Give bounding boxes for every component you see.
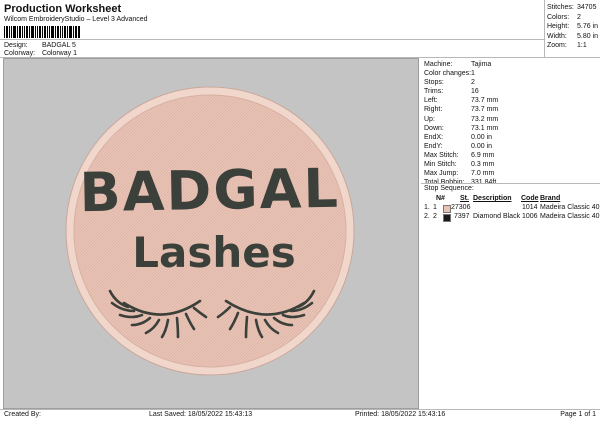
summary-label: Stitches: bbox=[547, 4, 574, 11]
summary-value: 5.80 in bbox=[577, 32, 599, 40]
stop-row: 2. 2 7397 Diamond Black 1006 Madeira Cla… bbox=[424, 213, 600, 222]
thread-color-swatch bbox=[443, 214, 451, 222]
summary-value: 34705 bbox=[577, 4, 597, 11]
stop-sequence-title: Stop Sequence: bbox=[424, 185, 474, 192]
header-divider bbox=[0, 39, 545, 40]
header-n: N# bbox=[436, 195, 445, 202]
info-value: 16 bbox=[471, 88, 479, 96]
summary-label: Zoom: bbox=[547, 42, 567, 50]
summary-row: Stitches: 34705 bbox=[547, 3, 598, 13]
info-value: 73.7 mm bbox=[471, 106, 499, 114]
summary-value: 1:1 bbox=[577, 42, 587, 50]
info-value: 73.1 mm bbox=[471, 124, 499, 132]
design-text-lashes: Lashes bbox=[132, 228, 296, 277]
footer: Created By: Last Saved: 18/05/2022 15:43… bbox=[0, 411, 600, 421]
stats-divider bbox=[544, 0, 545, 57]
software-subtitle: Wilcom EmbroideryStudio – Level 3 Advanc… bbox=[4, 16, 148, 23]
info-label: Max Jump: bbox=[424, 170, 459, 178]
info-label: EndY: bbox=[424, 142, 443, 150]
stop-stitches: 7397 bbox=[454, 213, 470, 220]
machine-info: Machine: Tajima Color changes:1 Stops: 2 T… bbox=[424, 61, 498, 188]
info-row: EndX: 0.00 in bbox=[424, 134, 498, 143]
summary-row: Colors: 2 bbox=[547, 13, 598, 23]
design-text-badgal: BADGAL bbox=[79, 157, 340, 225]
info-label: Trims: bbox=[424, 88, 444, 96]
info-label: Machine: bbox=[424, 61, 453, 68]
info-row: Color changes:1 bbox=[424, 70, 498, 79]
stop-row: 1. 1 27306 1014 Madeira Classic 40 bbox=[424, 204, 600, 213]
created-by: Created By: bbox=[4, 411, 41, 418]
info-row: Trims: 16 bbox=[424, 88, 498, 97]
footer-divider bbox=[0, 409, 600, 410]
info-label: Min Stitch: bbox=[424, 161, 457, 169]
stop-stitches: 27306 bbox=[451, 204, 471, 211]
page-number: Page 1 of 1 bbox=[560, 411, 596, 418]
design-preview: BADGAL Lashes bbox=[3, 58, 419, 409]
summary-row: Width: 5.80 in bbox=[547, 32, 598, 42]
header-code: Code bbox=[521, 195, 539, 202]
header-description: Description bbox=[473, 195, 512, 202]
thread-color-swatch bbox=[443, 205, 451, 213]
info-row: Machine: Tajima bbox=[424, 61, 498, 70]
stop-brand: Madeira Classic 40 bbox=[540, 213, 600, 220]
summary-label: Colors: bbox=[547, 13, 570, 21]
info-value: 2 bbox=[471, 79, 475, 87]
colorway-value: Colorway 1 bbox=[41, 50, 77, 57]
summary-value: 5.76 in bbox=[577, 23, 599, 31]
info-row: Stops: 2 bbox=[424, 79, 498, 88]
info-value: 7.0 mm bbox=[471, 170, 495, 178]
info-value: 0.00 in bbox=[471, 133, 493, 141]
info-value: 73.7 mm bbox=[471, 97, 499, 105]
stop-code: 1006 bbox=[522, 213, 538, 220]
stop-description: Diamond Black bbox=[473, 213, 521, 220]
stop-code: 1014 bbox=[522, 204, 538, 211]
info-value: Tajima bbox=[471, 61, 492, 68]
summary-row: Height: 5.76 in bbox=[547, 22, 598, 32]
info-label: Up: bbox=[424, 115, 435, 123]
design-row: Design: BADGAL 5 bbox=[4, 42, 76, 49]
header-st: St. bbox=[460, 195, 469, 202]
info-row: Up: 73.2 mm bbox=[424, 116, 498, 125]
last-saved: Last Saved: 18/05/2022 15:43:13 bbox=[149, 411, 253, 418]
barcode-image bbox=[4, 26, 80, 38]
info-value: 0.3 mm bbox=[471, 161, 495, 169]
info-label: Max Stitch: bbox=[424, 151, 459, 159]
info-label: Color changes: bbox=[424, 70, 472, 78]
stop-n: 2 bbox=[433, 213, 437, 220]
info-row: Left: 73.7 mm bbox=[424, 97, 498, 106]
colorway-row: Colorway: Colorway 1 bbox=[4, 50, 77, 57]
summary-row: Zoom: 1:1 bbox=[547, 41, 598, 51]
info-label: EndX: bbox=[424, 133, 444, 141]
info-value: 6.9 mm bbox=[471, 151, 495, 159]
info-label: Right: bbox=[424, 106, 443, 114]
info-value: 73.2 mm bbox=[471, 115, 499, 123]
stop-n: 1 bbox=[433, 204, 437, 211]
stop-index: 1. bbox=[424, 204, 430, 211]
printed-date: Printed: 18/05/2022 15:43:16 bbox=[355, 411, 446, 418]
info-row: Max Jump: 7.0 mm bbox=[424, 170, 498, 179]
summary-label: Width: bbox=[547, 32, 567, 40]
summary-value: 2 bbox=[577, 13, 581, 21]
info-row: Max Stitch: 6.9 mm bbox=[424, 152, 498, 161]
info-value: 0.00 in bbox=[471, 142, 493, 150]
stop-index: 2. bbox=[424, 213, 430, 220]
header-brand: Brand bbox=[540, 195, 561, 202]
design-label: Design: bbox=[4, 42, 28, 49]
design-value: BADGAL 5 bbox=[41, 42, 76, 49]
summary-label: Height: bbox=[547, 23, 570, 31]
info-label: Left: bbox=[424, 97, 438, 105]
stop-brand: Madeira Classic 40 bbox=[540, 204, 600, 211]
info-row: Min Stitch: 0.3 mm bbox=[424, 161, 498, 170]
colorway-label: Colorway: bbox=[4, 50, 36, 57]
info-row: Right: 73.7 mm bbox=[424, 106, 498, 115]
summary-stats: Stitches: 34705 Colors: 2 Height: 5.76 in W… bbox=[547, 3, 598, 51]
info-label: Down: bbox=[424, 124, 444, 132]
info-divider bbox=[421, 183, 600, 184]
info-row: EndY: 0.00 in bbox=[424, 143, 498, 152]
worksheet-title: Production Worksheet bbox=[4, 3, 122, 15]
info-row: Down: 73.1 mm bbox=[424, 125, 498, 134]
info-label: Stops: bbox=[424, 79, 444, 87]
info-value: 1 bbox=[471, 70, 475, 78]
stop-sequence-header: N# St. Description Code Brand bbox=[424, 195, 600, 204]
